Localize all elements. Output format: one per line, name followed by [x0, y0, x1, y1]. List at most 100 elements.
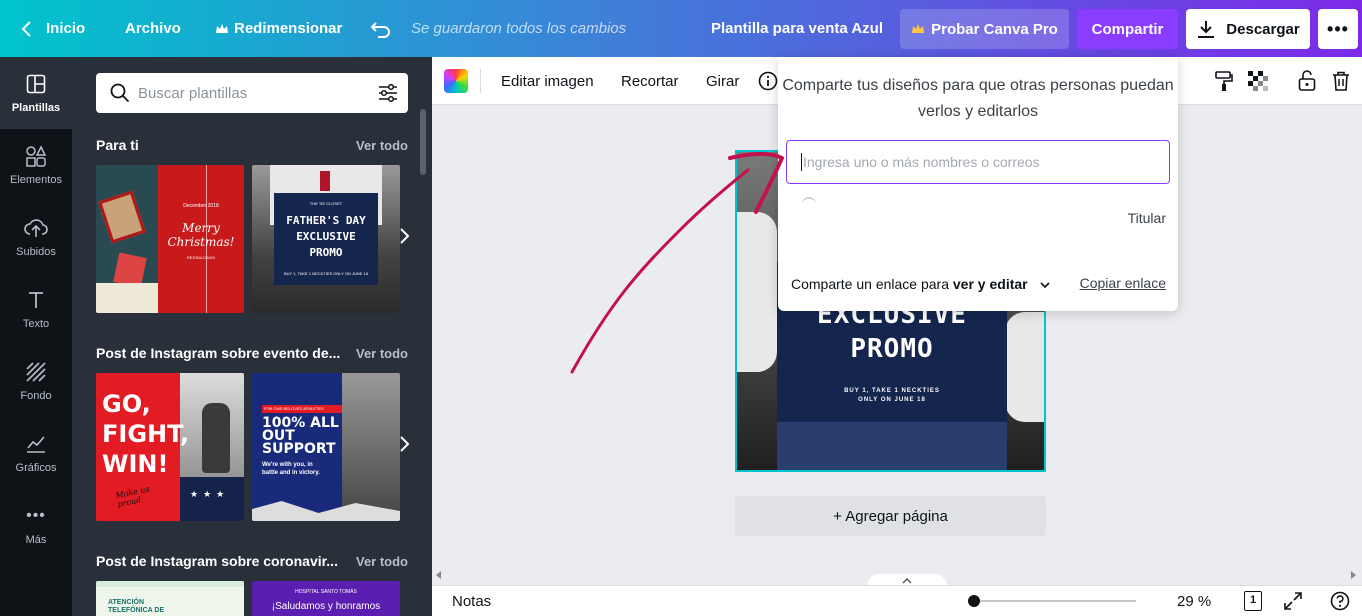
expand-icon [1284, 592, 1302, 610]
text-icon [24, 288, 48, 312]
copy-link-button[interactable]: Copiar enlace [1080, 275, 1166, 291]
info-button[interactable] [758, 57, 778, 105]
search-icon [110, 83, 130, 103]
see-all-link[interactable]: Ver todo [356, 346, 408, 361]
scroll-left-icon[interactable] [436, 571, 442, 579]
rail-item-background[interactable]: Fondo [0, 345, 72, 417]
template-thumb-go-fight-win[interactable]: ★★★ GO, FIGHT, WIN! Make us proud [96, 373, 244, 521]
template-search[interactable]: Buscar plantillas [96, 73, 408, 113]
panel-scrollbar[interactable] [420, 109, 426, 175]
section-title: Para ti [96, 137, 139, 153]
template-thumb-covid-phone[interactable]: ATENCIÓN TELEFÓNICA DE [96, 581, 244, 616]
home-button[interactable]: Inicio [20, 0, 85, 57]
rail-item-templates[interactable]: Plantillas [0, 57, 72, 129]
crown-icon [216, 23, 228, 33]
share-recipients-input[interactable]: Ingresa uno o más nombres o correos [786, 140, 1170, 184]
zoom-slider-handle[interactable] [968, 595, 980, 607]
rail-label: Más [25, 534, 47, 546]
upload-icon [24, 216, 48, 240]
search-input[interactable]: Buscar plantillas [138, 85, 378, 102]
fullscreen-button[interactable] [1284, 592, 1302, 615]
elements-icon [24, 144, 48, 168]
transparency-button[interactable] [1248, 57, 1268, 105]
zoom-level[interactable]: 29 % [1177, 593, 1211, 610]
color-picker-swatch[interactable] [444, 69, 468, 93]
resize-button[interactable]: Redimensionar [215, 0, 342, 57]
notes-button[interactable]: Notas [452, 593, 491, 610]
share-button[interactable]: Compartir [1077, 9, 1178, 49]
templates-icon [24, 72, 48, 96]
left-rail: Plantillas Elementos Subidos Texto Fondo… [0, 57, 72, 616]
rail-item-uploads[interactable]: Subidos [0, 201, 72, 273]
more-icon: ••• [26, 507, 46, 524]
covid2-top: HOSPITAL SANTO TOMÁS [295, 589, 357, 595]
text-caret [801, 153, 802, 171]
design-sub-1[interactable]: BUY 1, TAKE 1 NECKTIES [777, 388, 1007, 394]
chevron-right-icon[interactable] [398, 227, 412, 247]
fathers-sub: BUY 1, TAKE 1 NECKTIES ONLY ON JUNE 18 [283, 271, 369, 276]
template-thumb-fathers-day[interactable]: THE TIE CLOSET FATHER'S DAY EXCLUSIVE PR… [252, 165, 400, 313]
xmas-title: Merry Christmas! [167, 221, 235, 249]
rail-label: Subidos [16, 246, 56, 258]
share-link-setting[interactable]: Comparte un enlace para ver y editar [791, 276, 1050, 292]
try-pro-label: Probar Canva Pro [931, 20, 1058, 38]
page-count-button[interactable]: 1 [1242, 591, 1262, 611]
trash-icon [1333, 71, 1349, 91]
undo-icon [370, 21, 390, 38]
template-thumb-christmas[interactable]: December 2018 Merry Christmas! REGINA DA… [96, 165, 244, 313]
more-options-button[interactable]: ••• [1318, 9, 1358, 49]
template-thumb-all-out-support[interactable]: FOR OUR BELOVED ATHLETES 100% ALL OUT SU… [252, 373, 400, 521]
rail-label: Texto [22, 318, 50, 330]
file-menu-button[interactable]: Archivo [125, 0, 181, 57]
copy-style-button[interactable] [1214, 57, 1234, 105]
unlock-icon [1298, 70, 1316, 91]
charts-icon [24, 432, 48, 456]
undo-button[interactable] [370, 0, 392, 57]
chevron-down-icon [1039, 282, 1050, 289]
rail-item-charts[interactable]: Gráficos [0, 417, 72, 489]
rail-item-elements[interactable]: Elementos [0, 129, 72, 201]
fight-title: GO, FIGHT, WIN! [102, 390, 190, 478]
rail-label: Elementos [10, 174, 62, 186]
zoom-slider[interactable] [974, 600, 1136, 602]
design-headline-2[interactable]: PROMO [777, 334, 1007, 364]
see-all-link[interactable]: Ver todo [356, 554, 408, 569]
share-link-prefix: Comparte un enlace para [791, 276, 949, 292]
help-button[interactable] [1330, 591, 1350, 616]
document-title[interactable]: Plantilla para venta Azul [711, 0, 883, 57]
share-input-placeholder: Ingresa uno o más nombres o correos [803, 154, 1040, 170]
scroll-right-icon[interactable] [1350, 571, 1356, 579]
rail-item-text[interactable]: Texto [0, 273, 72, 345]
divider [480, 69, 481, 93]
ellipsis-icon: ••• [1327, 18, 1349, 39]
edit-image-button[interactable]: Editar imagen [501, 57, 594, 105]
xmas-date: December 2018 [183, 203, 219, 209]
download-button[interactable]: Descargar [1186, 9, 1310, 49]
see-all-link[interactable]: Ver todo [356, 138, 408, 153]
support-body: We're with you, in battle and in victory… [262, 462, 320, 476]
loading-spinner-icon [802, 197, 816, 211]
templates-panel: Buscar plantillas Para ti Ver todo Decem… [72, 57, 432, 616]
filter-icon[interactable] [378, 84, 398, 102]
add-page-button[interactable]: + Agregar página [735, 496, 1046, 536]
share-link-permission: ver y editar [952, 276, 1028, 292]
lock-button[interactable] [1298, 57, 1316, 105]
rail-item-more[interactable]: ••• Más [0, 489, 72, 561]
template-thumb-covid-hospital[interactable]: HOSPITAL SANTO TOMÁS ¡Saludamos y honram… [252, 581, 400, 616]
design-sub-2[interactable]: ONLY ON JUNE 18 [777, 397, 1007, 403]
try-pro-button[interactable]: Probar Canva Pro [900, 9, 1069, 49]
chevron-right-icon[interactable] [398, 435, 412, 455]
rail-label: Gráficos [15, 462, 57, 474]
paint-roller-icon [1215, 71, 1233, 91]
flip-button[interactable]: Girar [706, 57, 739, 105]
transparency-icon [1248, 71, 1268, 91]
background-icon [24, 360, 48, 384]
crown-icon [912, 24, 925, 33]
delete-button[interactable] [1332, 57, 1350, 105]
crop-button[interactable]: Recortar [621, 57, 679, 105]
rail-label: Fondo [20, 390, 52, 402]
save-status: Se guardaron todos los cambios [411, 20, 627, 37]
section-title: Post de Instagram sobre coronavir... [96, 553, 338, 569]
gift-photo [96, 165, 158, 313]
download-label: Descargar [1226, 20, 1300, 38]
